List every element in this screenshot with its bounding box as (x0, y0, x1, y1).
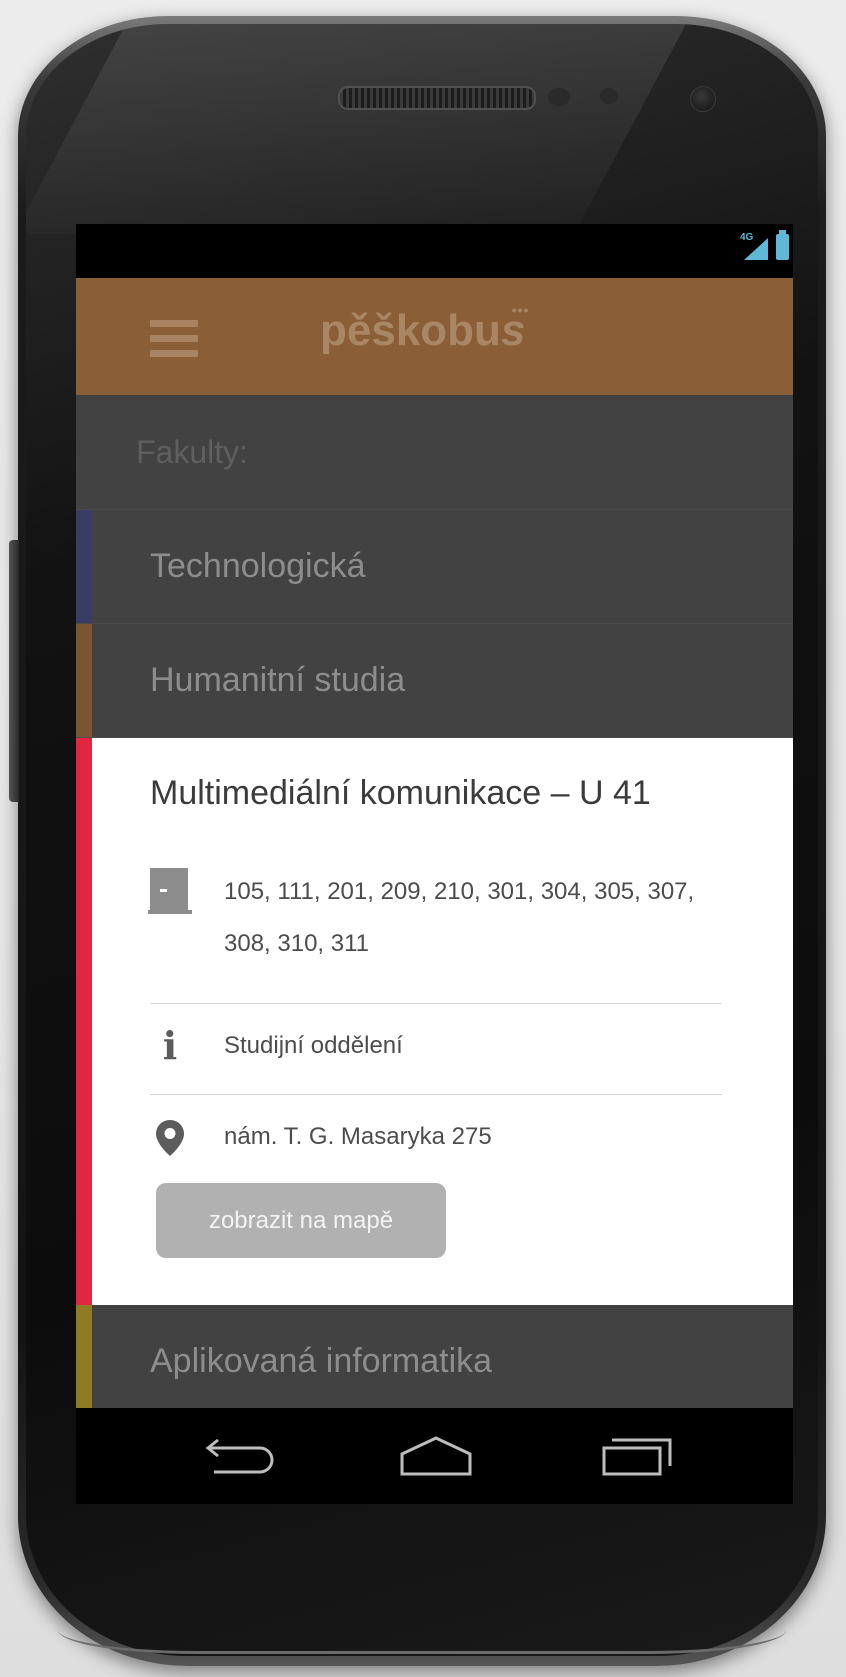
faculty-item-multimedialni-komunikace[interactable]: Multimediální komunikace – U 41 105, 111… (76, 738, 793, 1305)
signal-icon: 4G (740, 232, 768, 260)
map-pin-icon (150, 1111, 190, 1157)
phone-chin (58, 1625, 786, 1654)
info-text: Studijní oddělení (224, 1032, 403, 1059)
faculty-title: Multimediální komunikace – U 41 (150, 774, 651, 812)
info-icon: i (162, 1023, 178, 1068)
rooms-list: 105, 111, 201, 209, 210, 301, 304, 305, … (224, 878, 695, 957)
faculty-label: Humanitní studia (150, 661, 406, 699)
detail-divider (150, 1003, 722, 1004)
faculty-color-stripe (76, 1305, 92, 1418)
volume-button (9, 540, 19, 802)
battery-icon (776, 230, 789, 260)
rooms-row: 105, 111, 201, 209, 210, 301, 304, 305, … (148, 866, 722, 970)
app-logo: pěškobus ••• (320, 302, 528, 356)
recents-icon[interactable] (598, 1434, 678, 1478)
door-icon (148, 868, 192, 920)
bezel-glare (26, 24, 687, 234)
address-text: nám. T. G. Masaryka 275 (224, 1123, 492, 1150)
navigation-bar (76, 1408, 793, 1504)
faculty-list: Fakulty: Technologická Humanitní studia … (76, 395, 793, 1419)
app-bar: pěškobus ••• (76, 278, 793, 395)
faculty-item-aplikovana-informatika[interactable]: Aplikovaná informatika (76, 1305, 793, 1419)
light-sensor (600, 88, 618, 104)
address-row: nám. T. G. Masaryka 275 (150, 1111, 722, 1163)
faculty-color-stripe (76, 510, 92, 623)
faculty-item-humanitni-studia[interactable]: Humanitní studia (76, 624, 793, 738)
info-row[interactable]: i Studijní oddělení (150, 1020, 722, 1072)
section-header: Fakulty: (76, 395, 793, 510)
detail-divider (150, 1094, 722, 1095)
faculty-color-stripe (76, 624, 92, 737)
status-icons: 4G (740, 230, 789, 260)
faculty-label: Aplikovaná informatika (150, 1342, 493, 1380)
show-on-map-button[interactable]: zobrazit na mapě (156, 1183, 446, 1258)
logo-text: pěškobu (320, 306, 501, 355)
phone-screen: 4G pěškobus ••• Fakulty: Technologická H… (76, 224, 793, 1504)
hamburger-menu-icon[interactable] (150, 320, 198, 357)
front-camera (690, 86, 716, 112)
logo-footprint-icon: ••• (511, 302, 530, 318)
faculty-label: Technologická (150, 547, 366, 585)
home-icon[interactable] (396, 1434, 476, 1478)
back-icon[interactable] (196, 1434, 276, 1478)
earpiece-speaker (338, 86, 536, 110)
proximity-sensor (548, 88, 570, 106)
faculty-color-stripe (76, 738, 92, 1305)
faculty-item-technologicka[interactable]: Technologická (76, 510, 793, 624)
status-bar: 4G (76, 224, 793, 278)
